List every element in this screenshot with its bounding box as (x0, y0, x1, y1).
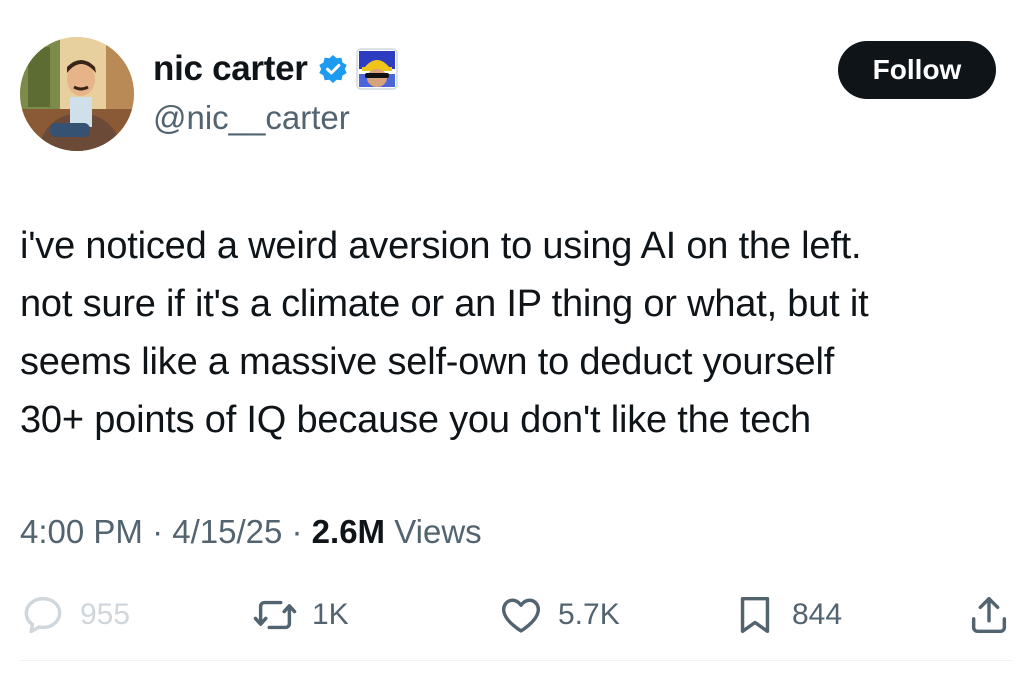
repost-count: 1K (312, 598, 349, 631)
follow-button[interactable]: Follow (838, 41, 996, 99)
views-count: 2.6M (311, 513, 386, 550)
tweet-time[interactable]: 4:00 PM (20, 510, 143, 554)
author-handle[interactable]: @nic__carter (153, 96, 350, 140)
tweet-meta: 4:00 PM · 4/15/25 · 2.6M Views (20, 510, 482, 554)
meta-separator: · (282, 513, 312, 550)
share-icon (971, 596, 1007, 634)
author-display-name[interactable]: nic carter (153, 44, 308, 94)
share-button[interactable] (966, 589, 1012, 641)
bookmark-icon (740, 596, 770, 634)
heart-icon (501, 598, 541, 633)
repost-button[interactable]: 1K (252, 589, 349, 641)
repost-icon (253, 600, 297, 630)
bookmark-count: 844 (792, 598, 843, 631)
action-bar: 955 1K 5.7K 844 (20, 589, 1012, 641)
like-count: 5.7K (558, 598, 620, 631)
reply-button[interactable]: 955 (20, 589, 130, 641)
meta-separator: · (142, 513, 173, 550)
tweet-text: i've noticed a weird aversion to using A… (20, 225, 869, 441)
author-name-row: nic carter (153, 44, 398, 94)
avatar[interactable] (20, 37, 134, 151)
affiliate-badge-icon[interactable] (355, 48, 398, 90)
verified-badge-icon (318, 55, 347, 83)
reply-count: 955 (80, 598, 131, 631)
reply-icon (24, 596, 62, 634)
tweet-date[interactable]: 4/15/25 (172, 510, 282, 554)
divider (20, 660, 1012, 661)
views-label: Views (385, 513, 482, 550)
like-button[interactable]: 5.7K (498, 589, 620, 641)
bookmark-button[interactable]: 844 (732, 589, 842, 641)
